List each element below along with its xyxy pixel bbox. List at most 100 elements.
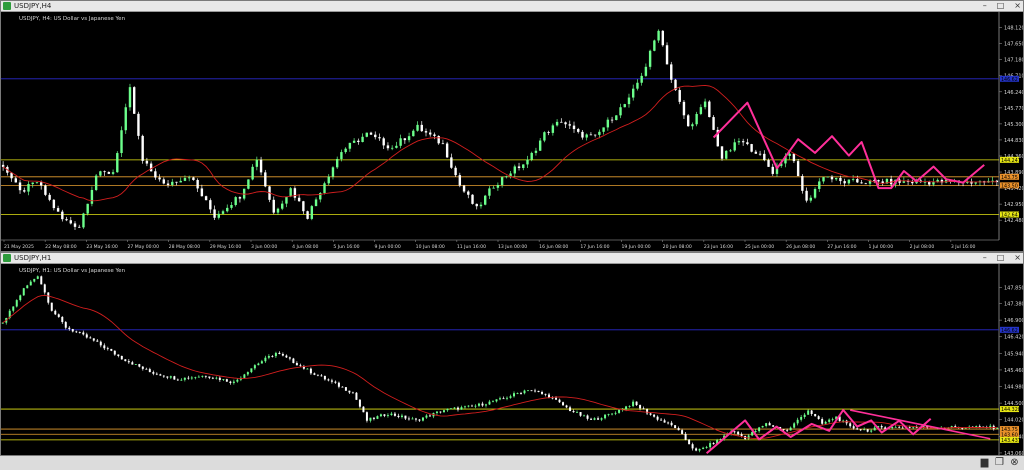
candle-body — [792, 153, 796, 162]
close-button[interactable]: × — [1014, 1, 1021, 11]
maximize-button[interactable]: □ — [997, 1, 1005, 11]
candle-body — [859, 429, 862, 431]
candle-body — [285, 355, 288, 358]
candle-body — [627, 97, 631, 105]
window-title-bar[interactable]: USDJPY,H1 – □ × — [1, 253, 1023, 264]
candle-body — [499, 398, 501, 400]
time-tick-label: 11 Jun 16:00 — [457, 244, 486, 250]
candle-body — [250, 368, 253, 373]
candle-body — [334, 381, 337, 383]
time-tick-label: 13 Jun 00:00 — [498, 244, 527, 250]
candle-body — [674, 425, 677, 429]
candle-body — [746, 142, 749, 145]
candle-body — [562, 402, 565, 406]
candle-body — [407, 418, 410, 420]
chart-window-h1[interactable]: USDJPY,H1 – □ × USDJPY, H1: US Dollar vs… — [0, 252, 1024, 456]
window-icon[interactable]: ❐ — [994, 457, 1005, 468]
candle-body — [996, 427, 999, 429]
candle-body — [35, 182, 39, 184]
candle-body — [661, 30, 665, 46]
candle-body — [670, 422, 673, 426]
close-circle-icon[interactable]: ⊗ — [1009, 457, 1020, 468]
time-tick-label: 26 Jun 08:00 — [786, 244, 815, 250]
candle-body — [509, 396, 512, 398]
price-chart-h1[interactable]: USDJPY, H1: US Dollar vs Japanese Yen 147… — [1, 264, 1023, 455]
candle-body — [632, 88, 635, 98]
price-chart-h4[interactable]: USDJPY, H4: US Dollar vs Japanese Yen 148… — [1, 12, 1023, 251]
candle-body — [428, 415, 431, 417]
candle-body — [89, 337, 92, 339]
candle-body — [54, 310, 57, 315]
candle-body — [40, 276, 43, 285]
candle-body — [653, 414, 656, 417]
candle-body — [180, 379, 183, 381]
candle-body — [183, 377, 186, 380]
candle-body — [796, 419, 799, 424]
candle-body — [238, 197, 242, 199]
candle-body — [458, 175, 462, 186]
minimize-button[interactable]: – — [983, 253, 987, 263]
time-tick-label: 29 May 16:00 — [210, 244, 242, 250]
candle-body — [65, 219, 68, 221]
candle-body — [272, 199, 275, 213]
window-title-bar[interactable]: USDJPY,H4 – □ × — [1, 1, 1023, 12]
candle-body — [852, 426, 855, 429]
candle-body — [758, 153, 762, 155]
candle-body — [390, 413, 393, 416]
candle-body — [424, 131, 428, 133]
candle-body — [169, 376, 172, 378]
candle-body — [113, 350, 116, 355]
time-tick-label: 9 Jun 00:00 — [375, 244, 401, 250]
candle-body — [99, 341, 102, 346]
minimize-button[interactable]: – — [983, 1, 987, 11]
candle-body — [614, 412, 617, 414]
candle-body — [374, 134, 377, 138]
candle-body — [782, 429, 785, 431]
level-price-tag-label: 143.437 — [1001, 438, 1021, 444]
candle-body — [175, 181, 178, 183]
candle-body — [901, 427, 904, 429]
candle-body — [695, 113, 698, 125]
status-bar: ▆ ❐ ⊗ — [0, 456, 1024, 470]
candle-body — [604, 414, 607, 419]
candle-body — [667, 422, 670, 424]
candle-body — [390, 147, 394, 149]
candle-body — [383, 414, 386, 416]
candle-body — [445, 143, 449, 158]
candle-body — [856, 179, 859, 183]
candle-body — [335, 158, 339, 168]
candle-body — [522, 164, 525, 168]
candle-body — [534, 390, 537, 392]
time-tick-label: 27 Jun 16:00 — [827, 244, 856, 250]
folder-icon[interactable]: ▆ — [979, 457, 990, 468]
candle-body — [96, 340, 99, 342]
candle-body — [439, 411, 442, 413]
candle-body — [446, 408, 449, 411]
candle-body — [365, 412, 368, 421]
candle-body — [796, 161, 800, 177]
price-tick-label: 147.180 — [1004, 58, 1023, 64]
candle-body — [267, 356, 270, 358]
candle-body — [657, 30, 660, 41]
candle-body — [826, 176, 829, 178]
candle-body — [94, 175, 98, 190]
candle-body — [824, 421, 827, 424]
level-price-tag-label: 143.50 — [1001, 183, 1018, 189]
candle-body — [856, 428, 859, 430]
candle-body — [555, 121, 559, 126]
candle-body — [688, 439, 691, 445]
price-tick-label: 142.480 — [1004, 218, 1023, 224]
close-button[interactable]: × — [1014, 253, 1021, 263]
candle-body — [737, 141, 741, 143]
candle-body — [171, 181, 174, 185]
chart-window-h4[interactable]: USDJPY,H4 – □ × USDJPY, H4: US Dollar vs… — [0, 0, 1024, 252]
price-tick-label: 147.380 — [1004, 302, 1023, 308]
candle-body — [576, 412, 579, 413]
candle-body — [898, 426, 901, 428]
candle-body — [547, 132, 550, 133]
time-tick-label: 3 Jun 00:00 — [251, 244, 277, 250]
candle-body — [200, 188, 204, 197]
candle-body — [660, 419, 663, 421]
maximize-button[interactable]: □ — [997, 253, 1005, 263]
level-price-tag-label: 142.647 — [1001, 212, 1021, 218]
